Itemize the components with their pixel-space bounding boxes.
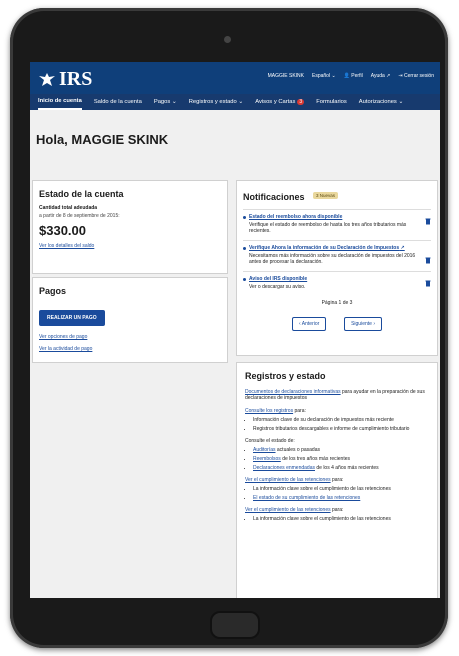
user-name: MAGGIE SKINK bbox=[267, 73, 304, 79]
notifications-header: Notificaciones 3 Nuevas bbox=[243, 187, 431, 205]
notification-title-link[interactable]: Verifique Ahora la información de su Dec… bbox=[249, 245, 431, 251]
tab-inicio[interactable]: Inicio de cuenta bbox=[38, 94, 82, 110]
language-link[interactable]: Español ⌄ bbox=[312, 73, 336, 79]
withholding-list: La información clave sobre el cumplimien… bbox=[245, 486, 429, 501]
page-info: Página 1 de 3 bbox=[321, 300, 353, 306]
previous-button[interactable]: ‹ Anterior bbox=[292, 317, 327, 331]
make-payment-button[interactable]: REALIZAR UN PAGO bbox=[39, 310, 105, 326]
top-bar: IRS MAGGIE SKINK Español ⌄ 👤 Perfil Ayud… bbox=[30, 62, 440, 94]
tab-autorizaciones[interactable]: Autorizaciones ⌄ bbox=[359, 95, 404, 109]
tab-registros[interactable]: Registros y estado ⌄ bbox=[189, 95, 243, 109]
withholding-section: Ver el cumplimiento de las retenciones p… bbox=[245, 477, 344, 483]
list-item: La información clave sobre el cumplimien… bbox=[253, 486, 429, 492]
list-item: Declaraciones enmendadas de los 4 años m… bbox=[253, 465, 429, 471]
home-button[interactable] bbox=[210, 611, 260, 639]
list-item: Información clave de su declaración de i… bbox=[253, 417, 429, 423]
status-list: Auditorías actuales o pasadas Reembolsos… bbox=[245, 447, 429, 471]
next-button[interactable]: Siguiente › bbox=[344, 317, 382, 331]
notifications-title: Notificaciones bbox=[243, 192, 305, 202]
list-item: El estado de su cumplimiento de las rete… bbox=[253, 495, 429, 501]
camera-dot bbox=[224, 36, 231, 43]
withholding-section-2: Ver el cumplimiento de las retenciones p… bbox=[245, 507, 344, 513]
notices-badge: 3 bbox=[297, 99, 305, 105]
bullet-icon bbox=[243, 278, 246, 281]
notification-title-link[interactable]: Estado del reembolso ahora disponible bbox=[249, 214, 431, 220]
bullet-icon bbox=[243, 216, 246, 219]
trash-icon[interactable] bbox=[425, 280, 431, 287]
payments-card: Pagos REALIZAR UN PAGO Ver opciones de p… bbox=[32, 277, 228, 363]
help-link[interactable]: Ayuda ↗ bbox=[371, 73, 391, 79]
records-intro: Documentos de declaraciones informativas… bbox=[245, 389, 425, 401]
notification-item: Estado del reembolso ahora disponible Ve… bbox=[243, 214, 431, 234]
irs-logo[interactable]: IRS bbox=[38, 68, 92, 91]
main-nav: Inicio de cuenta Saldo de la cuenta Pago… bbox=[30, 94, 440, 110]
list-item: Registros tributarios descargables e inf… bbox=[253, 426, 429, 432]
notification-item: Aviso del IRS disponible Ver o descargar… bbox=[243, 276, 431, 290]
records-title: Registros y estado bbox=[245, 371, 326, 381]
notification-body: Necesitamos más información sobre su dec… bbox=[249, 253, 416, 265]
list-item: Reembolsos de los tres años más reciente… bbox=[253, 456, 429, 462]
account-status-card: Estado de la cuenta Cantidad total adeud… bbox=[32, 180, 228, 274]
tab-avisos[interactable]: Avisos y Cartas 3 bbox=[255, 95, 305, 109]
amended-returns-link[interactable]: Declaraciones enmendadas bbox=[253, 465, 315, 471]
notifications-card: Notificaciones 3 Nuevas Estado del reemb… bbox=[236, 180, 438, 356]
notification-body: Verifique el estado de reembolso de hast… bbox=[249, 222, 407, 234]
list-item: La información clave sobre el cumplimien… bbox=[253, 516, 429, 522]
notification-body: Ver o descargar su aviso. bbox=[249, 284, 306, 290]
notification-title-link[interactable]: Aviso del IRS disponible bbox=[249, 276, 431, 282]
payments-title: Pagos bbox=[39, 286, 67, 296]
tab-saldo[interactable]: Saldo de la cuenta bbox=[94, 95, 142, 109]
logo-text: IRS bbox=[59, 68, 93, 90]
logout-link[interactable]: ⇥ Cerrar sesión bbox=[398, 73, 434, 79]
payment-activity-link[interactable]: Ver la actividad de pago bbox=[39, 346, 221, 352]
amount-label: Cantidad total adeudada bbox=[39, 205, 98, 211]
bullet-icon bbox=[243, 247, 246, 250]
withholding-list-2: La información clave sobre el cumplimien… bbox=[245, 516, 429, 522]
page-title: Hola, MAGGIE SKINK bbox=[36, 132, 169, 147]
amount-date: a partir de 8 de septiembre de 2015: bbox=[39, 213, 120, 219]
amount-due: $330.00 bbox=[39, 223, 86, 238]
list-item: Auditorías actuales o pasadas bbox=[253, 447, 429, 453]
payment-options-link[interactable]: Ver opciones de pago bbox=[39, 334, 221, 340]
withholding-link-2[interactable]: Ver el cumplimiento de las retenciones bbox=[245, 507, 331, 513]
status-label: Consulte el estado de: bbox=[245, 438, 295, 444]
pager: ‹ Anterior Siguiente › bbox=[243, 312, 431, 331]
consult-records: Consulte los registros para: bbox=[245, 408, 306, 414]
account-title: Estado de la cuenta bbox=[39, 189, 124, 199]
eagle-icon bbox=[39, 72, 55, 86]
screen: IRS MAGGIE SKINK Español ⌄ 👤 Perfil Ayud… bbox=[30, 62, 440, 598]
audits-link[interactable]: Auditorías bbox=[253, 447, 276, 453]
refunds-link[interactable]: Reembolsos bbox=[253, 456, 281, 462]
records-card: Registros y estado Documentos de declara… bbox=[236, 362, 438, 598]
tab-pagos[interactable]: Pagos ⌄ bbox=[154, 95, 177, 109]
notification-item: Verifique Ahora la información de su Dec… bbox=[243, 245, 431, 265]
tab-formularios[interactable]: Formularios bbox=[316, 95, 347, 109]
balance-details-link[interactable]: Ver los detalles del saldo bbox=[39, 243, 221, 249]
utility-bar: MAGGIE SKINK Español ⌄ 👤 Perfil Ayuda ↗ … bbox=[268, 73, 434, 79]
trash-icon[interactable] bbox=[425, 218, 431, 225]
withholding-link[interactable]: Ver el cumplimiento de las retenciones bbox=[245, 477, 331, 483]
consult-records-link[interactable]: Consulte los registros bbox=[245, 408, 293, 414]
records-list: Información clave de su declaración de i… bbox=[245, 417, 429, 432]
profile-link[interactable]: 👤 Perfil bbox=[344, 73, 363, 79]
new-count-badge: 3 Nuevas bbox=[312, 192, 338, 200]
trash-icon[interactable] bbox=[425, 257, 431, 264]
